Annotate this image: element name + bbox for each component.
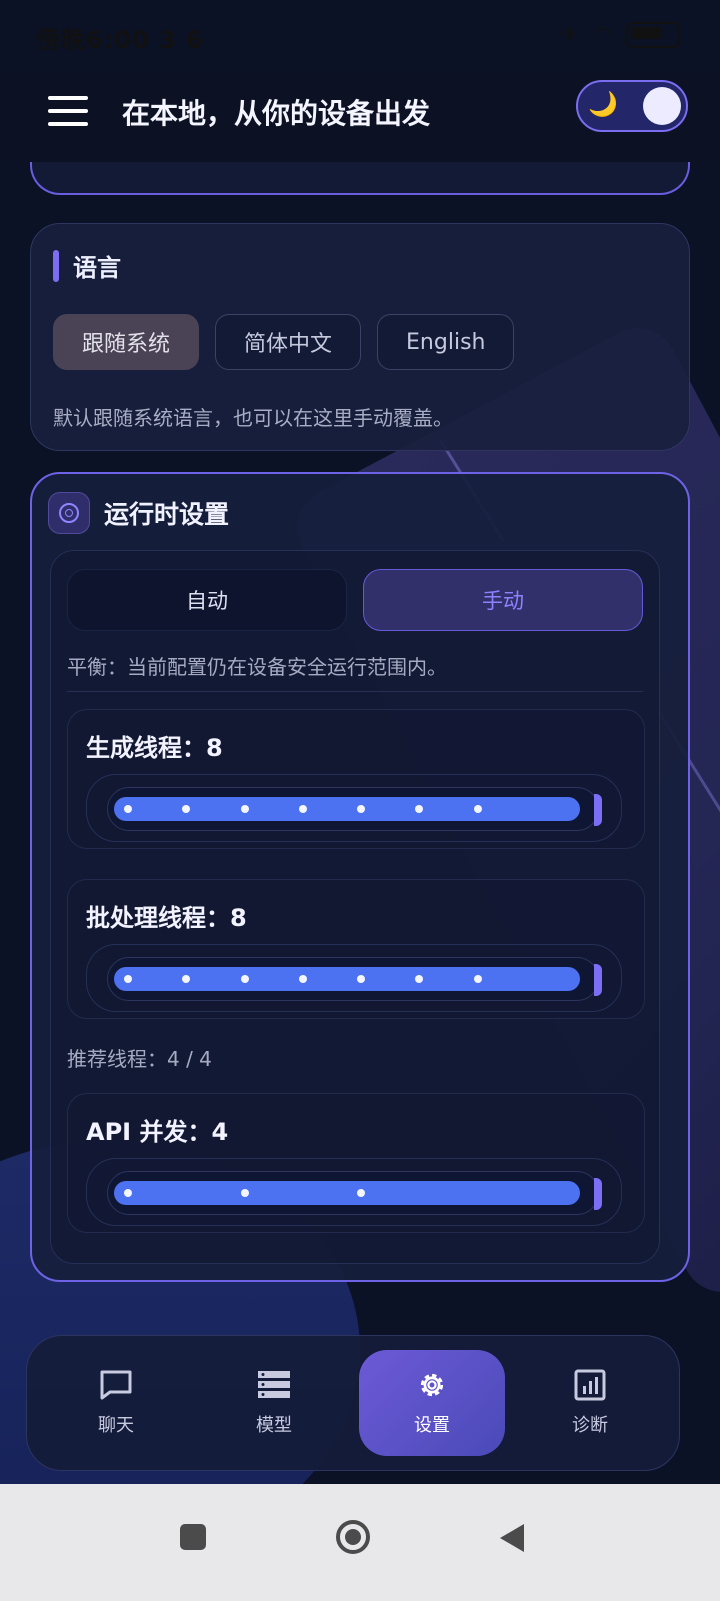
slider-tick <box>241 805 249 813</box>
moon-icon: 🌙 <box>588 90 618 118</box>
language-option-en[interactable]: English <box>377 314 515 370</box>
slider-tick <box>357 1189 365 1197</box>
batch-threads-slider[interactable] <box>107 957 602 1001</box>
slider-tick <box>299 975 307 983</box>
nav-diagnostics[interactable]: 诊断 <box>517 1350 663 1456</box>
slider-fill <box>114 1181 580 1205</box>
nav-settings-label: 设置 <box>414 1415 450 1436</box>
bottom-nav: 聊天 模型 设置 诊断 <box>26 1335 680 1471</box>
generate-threads-panel: 生成线程：8 <box>67 709 645 849</box>
slider-tick <box>124 805 132 813</box>
slider-handle[interactable] <box>594 1178 602 1210</box>
runtime-title: 运行时设置 <box>104 500 230 529</box>
language-option-system[interactable]: 跟随系统 <box>53 314 200 370</box>
batch-threads-label: 批处理线程：8 <box>86 904 247 932</box>
api-concurrency-panel: API 并发：4 <box>67 1093 645 1233</box>
api-concurrency-label: API 并发：4 <box>86 1118 229 1146</box>
language-title: 语言 <box>73 254 121 282</box>
theme-toggle[interactable]: 🌙 <box>576 80 688 132</box>
back-icon[interactable] <box>496 1522 526 1554</box>
generate-threads-label: 生成线程：8 <box>86 734 223 762</box>
slider-tick <box>474 975 482 983</box>
slider-tick <box>357 805 365 813</box>
slider-handle[interactable] <box>594 794 602 826</box>
nav-models[interactable]: 模型 <box>201 1350 347 1456</box>
models-icon <box>258 1371 290 1398</box>
slider-tick <box>241 975 249 983</box>
chart-icon <box>574 1369 606 1401</box>
divider <box>67 691 643 692</box>
recommended-threads: 推荐线程：4 / 4 <box>67 1047 212 1071</box>
slider-tick <box>241 1189 249 1197</box>
slider-fill <box>114 797 580 821</box>
nav-diagnostics-label: 诊断 <box>572 1415 608 1436</box>
slider-tick <box>182 805 190 813</box>
airplane-icon: ✈ <box>560 22 579 48</box>
app-header: 在本地，从你的设备出发 🌙 <box>0 70 720 162</box>
toggle-knob <box>643 87 681 125</box>
language-hint: 默认跟随系统语言，也可以在这里手动覆盖。 <box>53 406 453 430</box>
slider-fill <box>114 967 580 991</box>
runtime-panel: 自动 手动 平衡：当前配置仍在设备安全运行范围内。 生成线程：8 批处理线程：8 <box>50 550 660 1264</box>
generate-threads-slider[interactable] <box>107 787 602 831</box>
nav-models-label: 模型 <box>256 1415 292 1436</box>
runtime-status: 平衡：当前配置仍在设备安全运行范围内。 <box>67 655 447 679</box>
nav-chat-label: 聊天 <box>98 1415 134 1436</box>
language-card: 语言 跟随系统 简体中文 English 默认跟随系统语言，也可以在这里手动覆盖… <box>30 223 690 451</box>
page-title: 在本地，从你的设备出发 <box>122 97 431 130</box>
language-option-zh[interactable]: 简体中文 <box>215 314 362 370</box>
runtime-card: 运行时设置 自动 手动 平衡：当前配置仍在设备安全运行范围内。 生成线程：8 批… <box>30 472 690 1282</box>
battery-icon <box>626 22 680 48</box>
slider-tick <box>182 975 190 983</box>
home-icon[interactable] <box>334 1518 372 1556</box>
mode-auto-button[interactable]: 自动 <box>67 569 347 631</box>
slider-tick <box>299 805 307 813</box>
settings-content[interactable]: 语言 跟随系统 简体中文 English 默认跟随系统语言，也可以在这里手动覆盖… <box>0 140 720 1360</box>
nav-chat[interactable]: 聊天 <box>43 1350 189 1456</box>
slider-tick <box>415 975 423 983</box>
system-nav-bar <box>0 1484 720 1601</box>
slider-tick <box>474 805 482 813</box>
mode-manual-button[interactable]: 手动 <box>363 569 643 631</box>
runtime-icon <box>48 492 90 534</box>
batch-threads-panel: 批处理线程：8 <box>67 879 645 1019</box>
gear-icon <box>420 1373 444 1397</box>
wifi-icon: ◠ <box>592 22 612 48</box>
accent-bar <box>53 249 59 282</box>
slider-tick <box>124 1189 132 1197</box>
status-time: 傍晚6:00 3 6 <box>36 26 204 54</box>
nav-settings[interactable]: 设置 <box>359 1350 505 1456</box>
mode-segment: 自动 手动 <box>67 569 643 631</box>
status-bar: 傍晚6:00 3 6 ✈ ◠ <box>0 0 720 70</box>
chat-icon <box>100 1370 132 1400</box>
slider-tick <box>124 975 132 983</box>
slider-handle[interactable] <box>594 964 602 996</box>
language-options: 跟随系统 简体中文 English <box>53 314 515 370</box>
slider-tick <box>357 975 365 983</box>
api-concurrency-slider[interactable] <box>107 1171 602 1215</box>
menu-icon[interactable] <box>48 96 88 130</box>
recents-icon[interactable] <box>178 1522 208 1552</box>
slider-tick <box>415 805 423 813</box>
